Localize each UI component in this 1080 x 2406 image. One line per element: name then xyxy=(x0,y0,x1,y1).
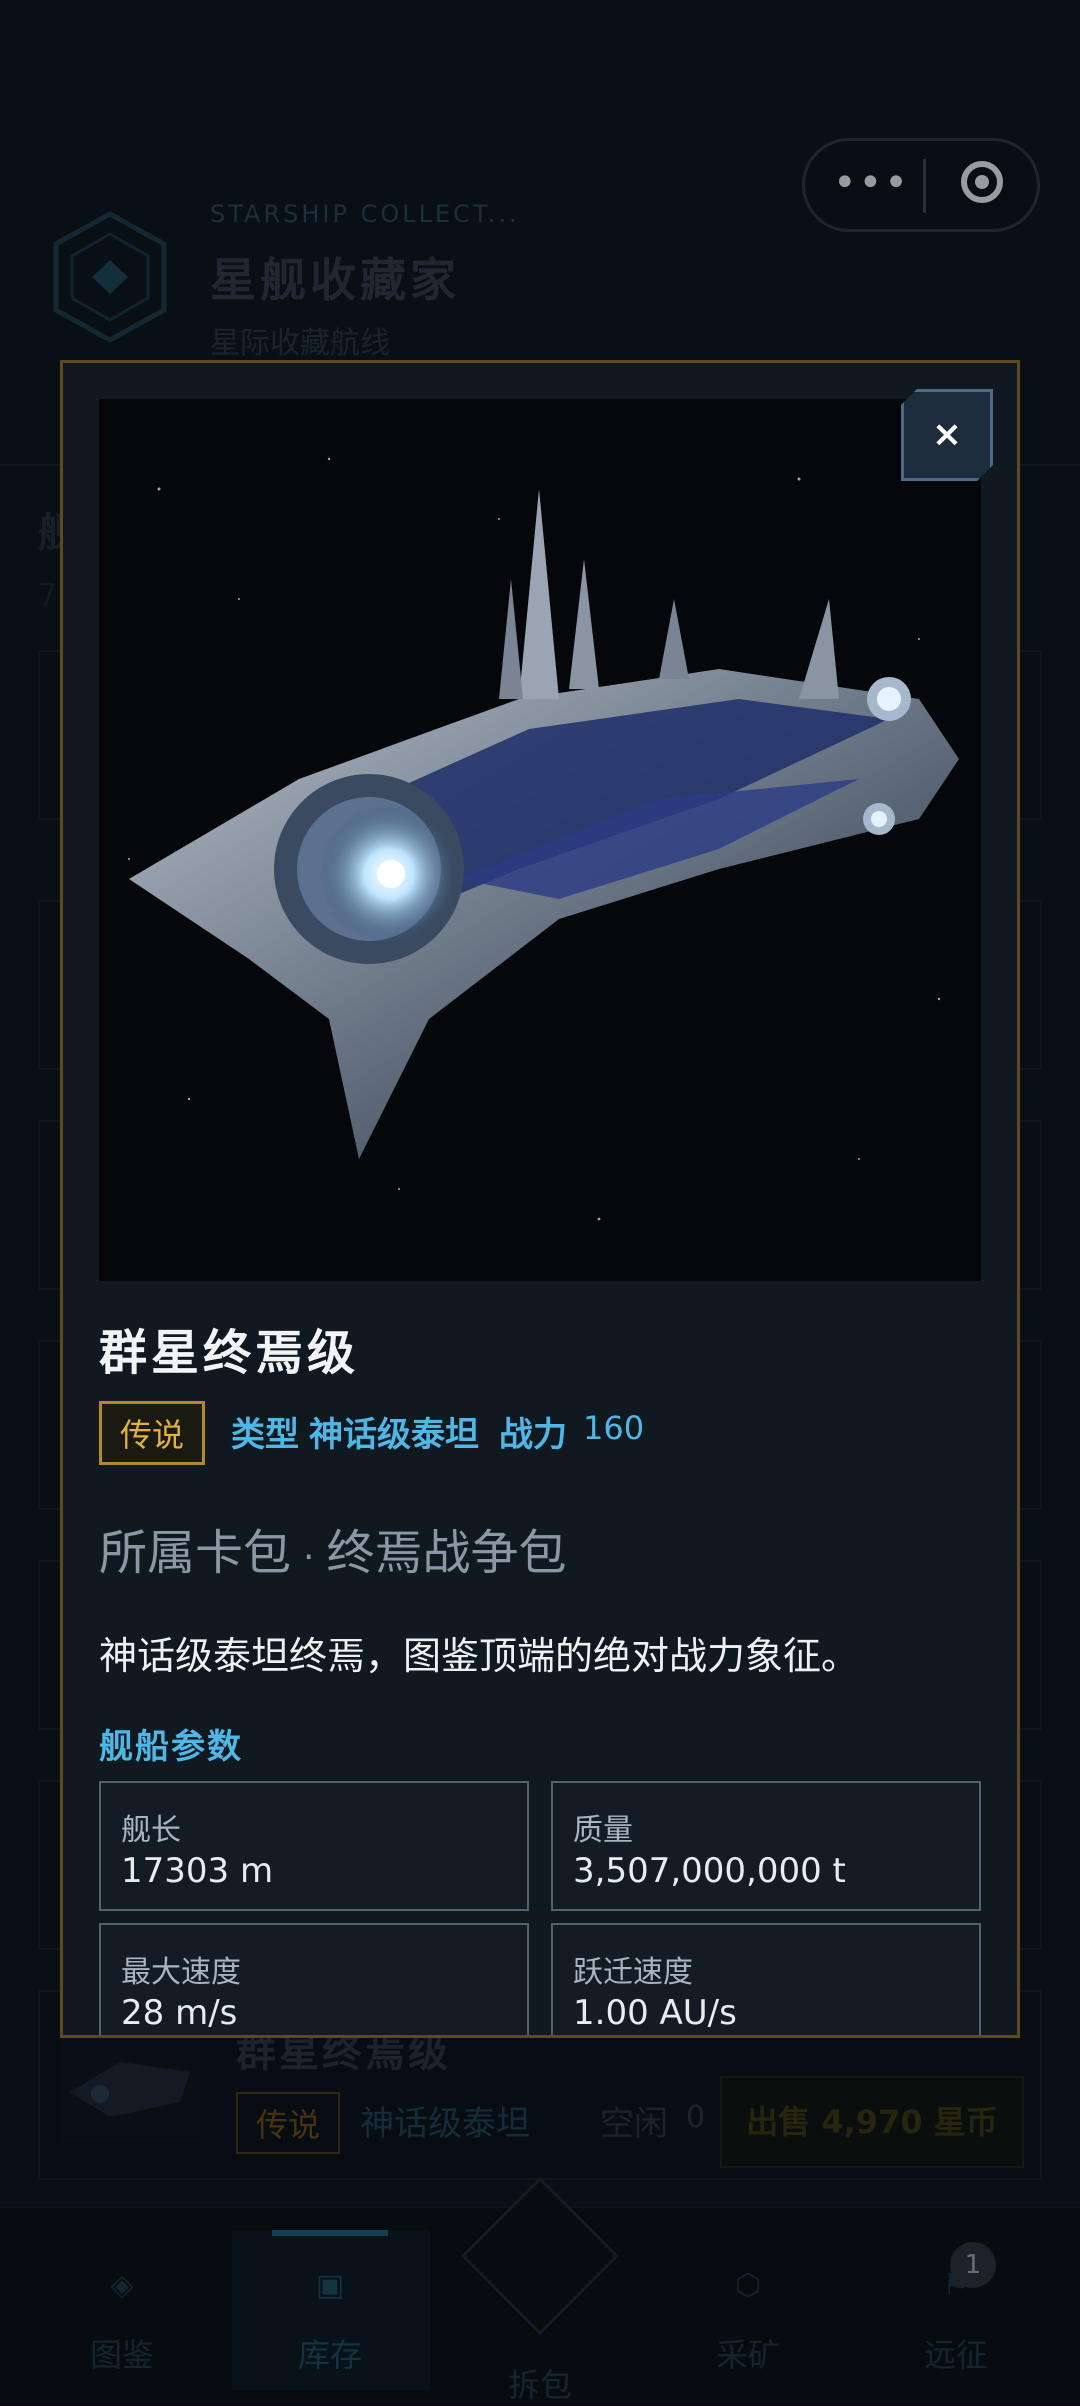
power-value: 160 xyxy=(583,1409,645,1447)
ship-image xyxy=(99,399,981,1281)
close-icon: × xyxy=(931,414,963,455)
param-label: 跃迁速度 xyxy=(573,1955,693,1990)
param-value: 28 m/s xyxy=(121,1993,238,2033)
param-value: 3,507,000,000 t xyxy=(573,1851,846,1891)
ship-description: 神话级泰坦终焉，图鉴顶端的绝对战力象征。 xyxy=(99,1634,860,1678)
param-value: 1.00 AU/s xyxy=(573,1993,737,2033)
type-label: 类型 xyxy=(231,1415,299,1455)
close-button[interactable]: × xyxy=(901,389,993,481)
param-card-warp-speed: 跃迁速度 1.00 AU/s xyxy=(551,1923,981,2035)
param-label: 最大速度 xyxy=(121,1955,241,1990)
power-label: 战力 xyxy=(499,1415,567,1455)
ship-detail-modal: × 群星终焉级 传说 类型 神话级泰坦 战力 160 所属卡包 · 终焉战争包 神话… xyxy=(60,360,1020,2038)
param-label: 舰长 xyxy=(121,1813,181,1848)
param-label: 质量 xyxy=(573,1813,633,1848)
param-value: 17303 m xyxy=(121,1851,274,1891)
param-card-max-speed: 最大速度 28 m/s xyxy=(99,1923,529,2035)
pack-value: 终焉战争包 xyxy=(326,1525,567,1581)
type-value: 神话级泰坦 xyxy=(309,1415,479,1455)
card-pack-line: 所属卡包 · 终焉战争包 xyxy=(99,1513,566,1583)
param-card-length: 舰长 17303 m xyxy=(99,1781,529,1911)
params-title: 舰船参数 xyxy=(99,1727,243,1767)
pack-label: 所属卡包 xyxy=(99,1525,292,1581)
rarity-badge: 传说 xyxy=(99,1401,206,1465)
param-card-mass: 质量 3,507,000,000 t xyxy=(551,1781,981,1911)
pack-separator: · xyxy=(303,1537,315,1578)
ship-name: 群星终焉级 xyxy=(99,1325,360,1381)
